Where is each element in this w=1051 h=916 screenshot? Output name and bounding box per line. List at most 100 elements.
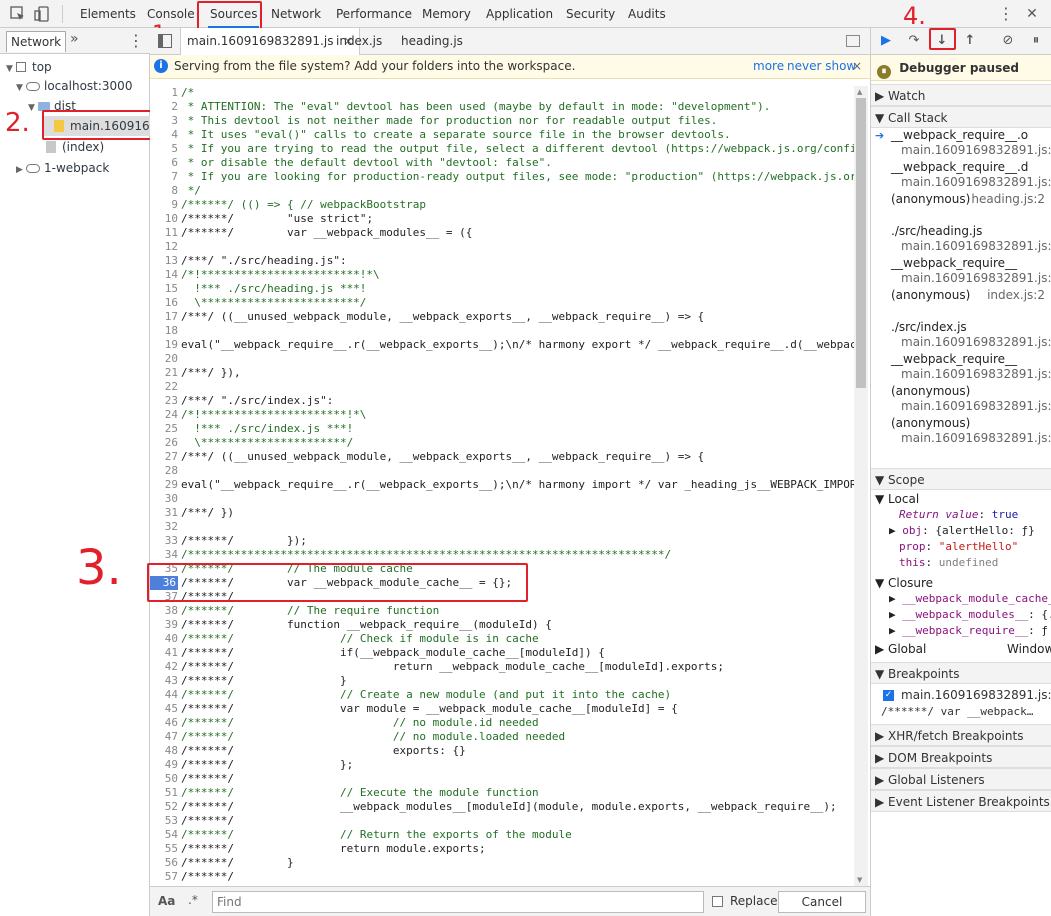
code-line[interactable]: 14/*!************************!*\ [150,268,854,282]
line-number[interactable]: 14 [150,268,178,282]
section-event-listener-breakpoints[interactable]: ▶ Event Listener Breakpoints [871,790,1051,812]
code-line[interactable]: 46/******/ // no module.id needed [150,716,854,730]
call-frame[interactable]: __webpack_require__.d [891,160,1028,174]
code-line[interactable]: 26 \**********************/ [150,436,854,450]
line-number[interactable]: 32 [150,520,178,534]
line-number[interactable]: 43 [150,674,178,688]
line-number[interactable]: 17 [150,310,178,324]
line-number[interactable]: 20 [150,352,178,366]
call-frame-location[interactable]: main.1609169832891.js:92 [901,431,1051,445]
more-tabs-button[interactable]: » [70,31,79,47]
code-line[interactable]: 40/******/ // Check if module is in cach… [150,632,854,646]
code-line[interactable]: 34/*************************************… [150,548,854,562]
code-line[interactable]: 16 \************************/ [150,296,854,310]
line-number[interactable]: 22 [150,380,178,394]
call-frame[interactable]: __webpack_require__.o [891,128,1028,142]
section-dom-breakpoints[interactable]: ▶ DOM Breakpoints [871,746,1051,768]
code-line[interactable]: 4 * It uses "eval()" calls to create a s… [150,128,854,142]
code-line[interactable]: 28 [150,464,854,478]
line-number[interactable]: 39 [150,618,178,632]
call-frame-location[interactable]: main.1609169832891.js:19 [901,239,1051,253]
scope-local-obj[interactable]: ▶ obj: {alertHello: ƒ} [889,524,1035,537]
call-frame-location[interactable]: main.1609169832891.js:29 [901,335,1051,349]
line-number[interactable]: 41 [150,646,178,660]
call-frame[interactable]: __webpack_require__ [891,256,1017,270]
line-number[interactable]: 24 [150,408,178,422]
call-frame-location[interactable]: main.1609169832891.js:52 [901,271,1051,285]
code-line[interactable]: 55/******/ return module.exports; [150,842,854,856]
call-frame[interactable]: (anonymous) [891,416,970,430]
toggle-navigator-icon[interactable] [158,34,172,48]
line-number[interactable]: 42 [150,660,178,674]
code-line[interactable]: 54/******/ // Return the exports of the … [150,828,854,842]
code-line[interactable]: 38/******/ // The require function [150,604,854,618]
code-line[interactable]: 18 [150,324,854,338]
code-line[interactable]: 45/******/ var module = __webpack_module… [150,702,854,716]
code-line[interactable]: 22 [150,380,854,394]
line-number[interactable]: 15 [150,282,178,296]
line-number[interactable]: 53 [150,814,178,828]
navigator-tab-network[interactable]: Network [6,31,67,52]
code-line[interactable]: 7 * If you are looking for production-re… [150,170,854,184]
call-frame[interactable]: (anonymous) [891,384,970,398]
line-number[interactable]: 27 [150,450,178,464]
code-line[interactable]: 6 * or disable the default devtool with … [150,156,854,170]
close-icon[interactable]: ✕ [1024,6,1040,22]
line-number[interactable]: 57 [150,870,178,884]
editor-tab-index[interactable]: index.js [336,28,382,55]
more-options-icon[interactable]: ⋮ [998,6,1014,22]
code-line[interactable]: 57/******/ [150,870,854,884]
code-line[interactable]: 33/******/ }); [150,534,854,548]
navigator-menu-icon[interactable]: ⋮ [128,31,144,50]
line-number[interactable]: 51 [150,786,178,800]
infobar-more-link[interactable]: more [753,55,784,78]
line-number[interactable]: 35 [150,562,178,576]
line-number[interactable]: 31 [150,506,178,520]
step-out-icon[interactable]: ↑ [961,32,979,50]
step-into-icon[interactable]: ↓ [933,32,951,50]
line-number[interactable]: 8 [150,184,178,198]
call-frame[interactable]: ./src/index.js [891,320,967,334]
code-line[interactable]: 3 * This devtool is not neither made for… [150,114,854,128]
breakpoint-checkbox[interactable]: ✓ [883,690,894,701]
line-number[interactable]: 26 [150,436,178,450]
call-frame-location[interactable]: main.1609169832891.js:52 [901,367,1051,381]
line-number[interactable]: 10 [150,212,178,226]
pause-on-exceptions-icon[interactable]: ⏸ [1027,32,1045,50]
tree-item-main-js[interactable]: main.1609169 [42,116,157,136]
line-number[interactable]: 21 [150,366,178,380]
code-line[interactable]: 41/******/ if(__webpack_module_cache__[m… [150,646,854,660]
line-number[interactable]: 13 [150,254,178,268]
line-number[interactable]: 37 [150,590,178,604]
regex-button[interactable]: .* [188,893,198,907]
call-frame-location[interactable]: main.1609169832891.js:64 [901,175,1051,189]
code-line[interactable]: 12 [150,240,854,254]
code-line[interactable]: 8 */ [150,184,854,198]
tab-memory[interactable]: Memory [420,0,473,28]
code-line[interactable]: 17/***/ ((__unused_webpack_module, __web… [150,310,854,324]
code-line[interactable]: 5 * If you are trying to read the output… [150,142,854,156]
line-number[interactable]: 12 [150,240,178,254]
call-frame[interactable]: (anonymous) [891,192,970,206]
tab-application[interactable]: Application [484,0,555,28]
line-number[interactable]: 34 [150,548,178,562]
line-number[interactable]: 30 [150,492,178,506]
code-line[interactable]: 42/******/ return __webpack_module_cache… [150,660,854,674]
code-line[interactable]: 11/******/ var __webpack_modules__ = ({ [150,226,854,240]
line-number[interactable]: 6 [150,156,178,170]
line-number[interactable]: 11 [150,226,178,240]
code-line[interactable]: 1/* [150,86,854,100]
scope-closure[interactable]: ▼ Closure [875,576,933,590]
code-line[interactable]: 9/******/ (() => { // webpackBootstrap [150,198,854,212]
editor-tab-main[interactable]: main.1609169832891.js × [180,28,361,56]
code-line[interactable]: 32 [150,520,854,534]
tab-elements[interactable]: Elements [78,0,138,28]
code-line[interactable]: 10/******/ "use strict"; [150,212,854,226]
code-line[interactable]: 36/******/ var __webpack_module_cache__ … [150,576,854,590]
scrollbar-thumb[interactable] [856,98,866,388]
code-line[interactable]: 23/***/ "./src/index.js": [150,394,854,408]
line-number[interactable]: 28 [150,464,178,478]
code-line[interactable]: 53/******/ [150,814,854,828]
line-number[interactable]: 49 [150,758,178,772]
inspect-element-icon[interactable] [10,6,26,22]
